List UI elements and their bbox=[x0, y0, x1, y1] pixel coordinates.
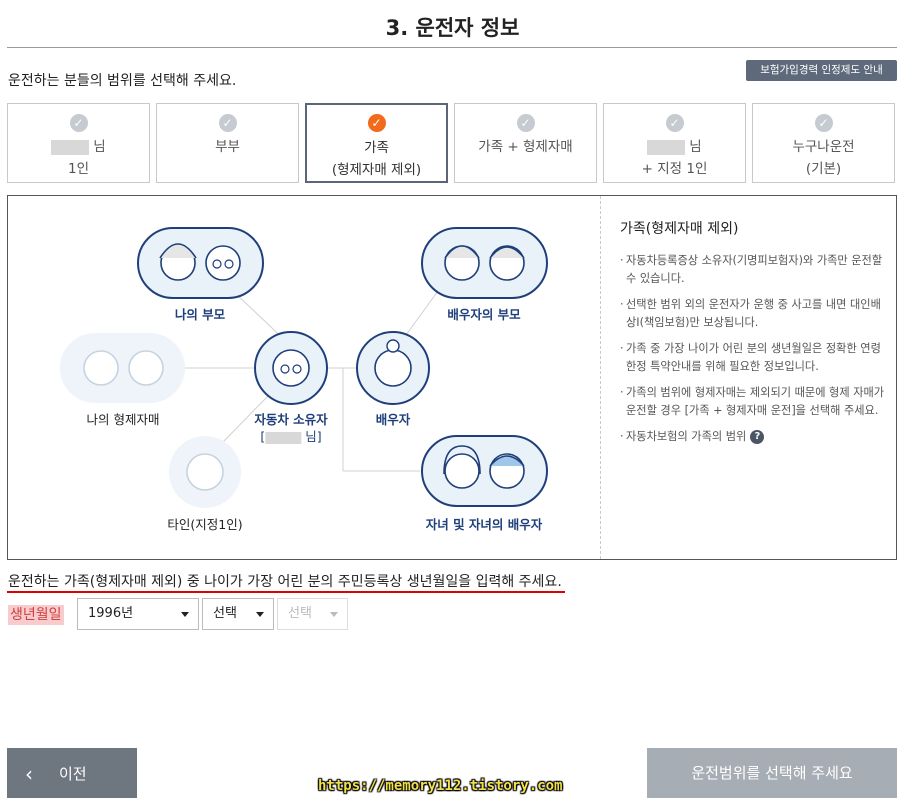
birthdate-label: 생년월일 bbox=[8, 605, 64, 625]
masked-name bbox=[51, 139, 90, 155]
info-item: 가족 중 가장 나이가 어린 분의 생년월일은 정확한 연령한정 특약안내를 위… bbox=[620, 340, 885, 376]
check-icon: ✓ bbox=[218, 114, 237, 132]
label-my-parents: 나의 부모 bbox=[174, 307, 226, 322]
option-couple[interactable]: ✓ 부부 bbox=[156, 103, 299, 183]
driver-range-options: ✓ 님 1인 ✓ 부부 ✓ 가족 (형제자매 제외) ✓ 가족 + 형제자매 ✓… bbox=[7, 103, 897, 185]
label-spouse: 배우자 bbox=[375, 412, 411, 427]
option-label: 가족 + 형제자매 bbox=[478, 139, 573, 155]
spouse-illustration bbox=[356, 331, 430, 405]
check-icon: ✓ bbox=[516, 114, 535, 132]
option-label: 누구나운전 bbox=[792, 139, 855, 155]
label-spouse-parents: 배우자의 부모 bbox=[447, 307, 521, 322]
check-icon: ✓ bbox=[69, 114, 88, 132]
birth-day-select: 선택 bbox=[277, 598, 348, 630]
option-family-siblings[interactable]: ✓ 가족 + 형제자매 bbox=[454, 103, 597, 183]
highlight-underline bbox=[7, 591, 565, 593]
option-label: 님 bbox=[689, 139, 702, 155]
info-item: 자동차등록증상 소유자(기명피보험자)와 가족만 운전할 수 있습니다. bbox=[620, 252, 885, 288]
spouse-parents-illustration bbox=[421, 227, 548, 299]
option-family-excl-siblings[interactable]: ✓ 가족 (형제자매 제외) bbox=[305, 103, 448, 183]
panel-divider bbox=[600, 196, 601, 559]
birthdate-question: 운전하는 가족(형제자매 제외) 중 나이가 가장 어린 분의 주민등록상 생년… bbox=[8, 574, 562, 590]
option-anyone[interactable]: ✓ 누구나운전 (기본) bbox=[752, 103, 895, 183]
other-designated-illustration bbox=[169, 436, 241, 508]
label-children: 자녀 및 자녀의 배우자 bbox=[425, 517, 543, 532]
title-divider bbox=[7, 47, 897, 48]
info-item: 선택한 범위 외의 운전자가 운행 중 사고를 내면 대인배상I(책임보험)만 … bbox=[620, 296, 885, 332]
option-designated-one[interactable]: ✓ 님 + 지정 1인 bbox=[603, 103, 746, 183]
check-icon: ✓ bbox=[814, 114, 833, 132]
help-icon[interactable]: ? bbox=[750, 430, 765, 444]
watermark: https://memory112.tistory.com bbox=[318, 778, 563, 794]
option-sublabel: (기본) bbox=[805, 161, 842, 177]
my-parents-illustration bbox=[137, 227, 264, 299]
owner-illustration bbox=[254, 331, 328, 405]
insurance-history-guide-button[interactable]: 보험가입경력 인정제도 안내 bbox=[746, 60, 897, 81]
check-icon: ✓ bbox=[367, 114, 386, 132]
info-box: 가족(형제자매 제외) 자동차등록증상 소유자(기명피보험자)와 가족만 운전할… bbox=[620, 218, 885, 454]
birth-year-select[interactable]: 1996년 bbox=[77, 598, 199, 630]
my-siblings-illustration bbox=[60, 333, 185, 403]
option-sublabel: (형제자매 제외) bbox=[331, 162, 422, 178]
chevron-down-icon bbox=[256, 612, 264, 617]
next-button[interactable]: 운전범위를 선택해 주세요 bbox=[647, 748, 897, 798]
chevron-down-icon bbox=[330, 612, 338, 617]
chevron-left-icon: ‹ bbox=[25, 762, 33, 786]
option-label: 님 bbox=[93, 139, 106, 155]
masked-name bbox=[265, 431, 302, 444]
family-diagram bbox=[60, 227, 548, 508]
label-my-siblings: 나의 형제자매 bbox=[86, 412, 160, 427]
info-title: 가족(형제자매 제외) bbox=[620, 221, 739, 237]
section-subtitle: 운전하는 분들의 범위를 선택해 주세요. bbox=[8, 73, 237, 89]
prev-button-label: 이전 bbox=[59, 765, 87, 783]
info-item: 가족의 범위에 형제자매는 제외되기 때문에 형제 자매가 운전할 경우 [가족… bbox=[620, 384, 885, 420]
birth-month-select[interactable]: 선택 bbox=[202, 598, 274, 630]
option-sublabel: 1인 bbox=[67, 161, 89, 177]
check-icon: ✓ bbox=[665, 114, 684, 132]
chevron-down-icon bbox=[181, 612, 189, 617]
option-label: 가족 bbox=[364, 140, 389, 156]
page-title: 3. 운전자 정보 bbox=[385, 16, 520, 40]
masked-name bbox=[647, 139, 686, 155]
children-illustration bbox=[421, 435, 548, 507]
option-sublabel: + 지정 1인 bbox=[641, 161, 708, 177]
label-other-designated: 타인(지정1인) bbox=[167, 517, 243, 532]
label-owner-name: [님] bbox=[260, 429, 322, 444]
option-label: 부부 bbox=[215, 139, 240, 155]
info-item-family-scope: 자동차보험의 가족의 범위? bbox=[620, 428, 885, 446]
prev-button[interactable]: ‹ 이전 bbox=[7, 748, 137, 798]
family-range-panel: 나의 부모 배우자의 부모 나의 형제자매 자동차 소유자 [님] 배우자 타인… bbox=[7, 195, 897, 560]
option-single-driver[interactable]: ✓ 님 1인 bbox=[7, 103, 150, 183]
